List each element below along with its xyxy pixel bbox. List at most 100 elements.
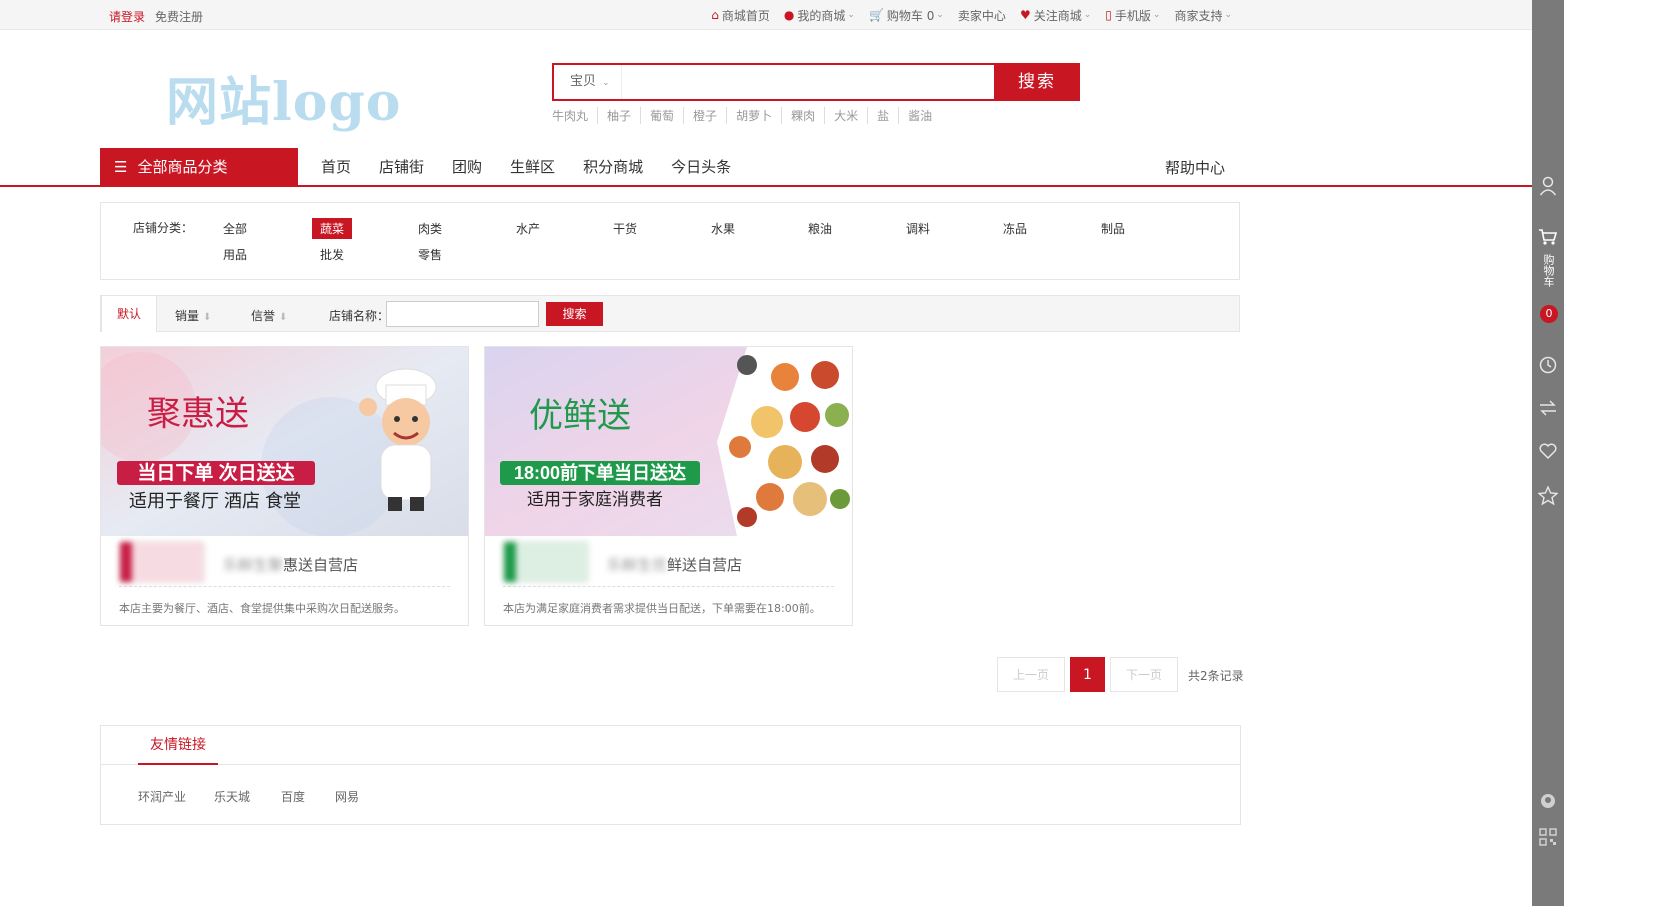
store-info: 乐鲜生聚惠送自营店 — [119, 541, 450, 587]
star-icon[interactable] — [1532, 485, 1564, 509]
login-link[interactable]: 请登录 — [109, 8, 145, 25]
top-link-label: 商城首页 — [721, 8, 770, 23]
search-category-select[interactable]: 宝贝 ⌄ — [554, 65, 622, 99]
store-card[interactable]: 优鲜送 18:00前下单当日送达 适用于家庭消费者 乐鲜生优鲜送自营店 本店为满… — [484, 346, 853, 626]
store-name[interactable]: 乐鲜生优鲜送自营店 — [607, 554, 742, 575]
register-link[interactable]: 免费注册 — [155, 8, 203, 25]
filter-item[interactable]: 制品 — [1101, 220, 1125, 237]
cart-icon: 🛒 — [868, 8, 884, 22]
hot-word[interactable]: 葡萄 — [640, 107, 683, 124]
friend-link[interactable]: 网易 — [335, 788, 359, 805]
site-logo[interactable]: 网站logo — [166, 60, 401, 135]
store-card[interactable]: 聚惠送 当日下单 次日送达 适用于餐厅 酒店 食堂 乐鲜生聚惠送自营店 本店主要… — [100, 346, 469, 626]
filter-item[interactable]: 零售 — [418, 246, 442, 263]
top-link-label: 关注商城 — [1033, 8, 1082, 23]
sidebar-cart-label[interactable]: 购物车 — [1541, 254, 1555, 287]
friend-links-header: 友情链接 — [101, 726, 1240, 765]
nav-link-points-mall[interactable]: 积分商城 — [583, 156, 643, 177]
next-page-button[interactable]: 下一页 — [1110, 657, 1178, 692]
friend-links-title: 友情链接 — [138, 726, 218, 765]
nav-link-help[interactable]: 帮助中心 — [1165, 157, 1225, 178]
filter-label: 店铺分类： — [133, 221, 194, 235]
filter-item[interactable]: 水果 — [711, 220, 735, 237]
heart-icon: ♥ — [1019, 8, 1031, 22]
filter-item[interactable]: 批发 — [320, 246, 344, 263]
top-link-my-mall[interactable]: ● 我的商城 ⌄ — [784, 7, 855, 24]
banner-subtitle: 适用于家庭消费者 — [527, 490, 663, 509]
hot-word[interactable]: 大米 — [824, 107, 867, 124]
store-banner[interactable]: 优鲜送 18:00前下单当日送达 适用于家庭消费者 — [485, 347, 852, 536]
current-page[interactable]: 1 — [1070, 657, 1105, 692]
nav-link-home[interactable]: 首页 — [321, 156, 351, 177]
top-link-label: 购物车 0 — [886, 8, 935, 23]
hot-word[interactable]: 盐 — [867, 107, 898, 124]
top-link-mobile[interactable]: ▯ 手机版 ⌄ — [1105, 7, 1160, 24]
cart-count-badge: 0 — [1540, 305, 1558, 323]
prev-page-button[interactable]: 上一页 — [997, 657, 1065, 692]
total-records: 共2条记录 — [1188, 669, 1244, 683]
shop-search-button[interactable]: 搜索 — [546, 302, 603, 326]
hot-word[interactable]: 牛肉丸 — [552, 107, 597, 124]
store-name-prefix: 乐鲜生优 — [607, 556, 668, 574]
qr-code-icon[interactable] — [1532, 828, 1564, 850]
store-name[interactable]: 乐鲜生聚惠送自营店 — [223, 554, 358, 575]
top-link-seller-center[interactable]: 卖家中心 — [958, 7, 1006, 24]
top-link-label: 我的商城 — [797, 8, 846, 23]
friend-link[interactable]: 乐天城 — [214, 788, 250, 805]
compare-icon[interactable] — [1532, 400, 1564, 420]
main-nav: ☰ 全部商品分类 首页 店铺街 团购 生鲜区 积分商城 今日头条 帮助中心 — [0, 148, 1532, 187]
sort-credit-label: 信誉 — [251, 309, 276, 323]
filter-item[interactable]: 干货 — [613, 220, 637, 237]
hot-word[interactable]: 酱油 — [898, 107, 941, 124]
filter-item-active[interactable]: 蔬菜 — [312, 218, 353, 239]
sort-bar: 默认 销量 ⬇ 信誉 ⬇ 店铺名称： 搜索 — [100, 295, 1240, 332]
all-categories-label: 全部商品分类 — [137, 158, 228, 176]
filter-item[interactable]: 用品 — [223, 246, 247, 263]
store-banner-art: 聚惠送 当日下单 次日送达 适用于餐厅 酒店 食堂 — [101, 347, 468, 536]
shop-name-label: 店铺名称： — [329, 309, 390, 323]
sort-sales[interactable]: 销量 ⬇ — [175, 307, 211, 324]
hot-word[interactable]: 粿肉 — [781, 107, 824, 124]
banner-brand: 聚惠送 — [147, 395, 249, 433]
shop-name-input[interactable] — [386, 301, 539, 327]
store-description: 本店主要为餐厅、酒店、食堂提供集中采购次日配送服务。 — [119, 602, 405, 615]
filter-item[interactable]: 调料 — [906, 220, 930, 237]
top-link-follow[interactable]: ♥ 关注商城 ⌄ — [1020, 7, 1091, 24]
nav-link-shop-street[interactable]: 店铺街 — [379, 156, 424, 177]
nav-link-headlines[interactable]: 今日头条 — [671, 156, 731, 177]
user-icon[interactable] — [1532, 176, 1564, 200]
customer-service-icon[interactable] — [1532, 792, 1564, 814]
history-icon[interactable] — [1532, 356, 1564, 378]
banner-slogan: 18:00前下单当日送达 — [514, 462, 686, 483]
filter-item[interactable]: 全部 — [223, 220, 247, 237]
store-logo[interactable] — [119, 541, 205, 583]
filter-item[interactable]: 粮油 — [808, 220, 832, 237]
mobile-icon: ▯ — [1105, 8, 1112, 22]
filter-item[interactable]: 肉类 — [418, 220, 442, 237]
chevron-down-icon: ⌄ — [1152, 10, 1161, 20]
hot-word[interactable]: 柚子 — [597, 107, 640, 124]
friend-link[interactable]: 百度 — [281, 788, 305, 805]
store-logo[interactable] — [503, 541, 589, 583]
store-name-suffix: 鲜送自营店 — [667, 556, 743, 574]
filter-item[interactable]: 水产 — [516, 220, 540, 237]
hot-word[interactable]: 橙子 — [683, 107, 726, 124]
hot-word[interactable]: 胡萝卜 — [726, 107, 781, 124]
store-info: 乐鲜生优鲜送自营店 — [503, 541, 834, 587]
nav-link-fresh[interactable]: 生鲜区 — [510, 156, 555, 177]
chevron-down-icon: ⌄ — [1083, 10, 1092, 20]
filter-item[interactable]: 冻品 — [1003, 220, 1027, 237]
friend-link[interactable]: 环润产业 — [138, 788, 186, 805]
sort-credit[interactable]: 信誉 ⬇ — [251, 307, 287, 324]
favorite-heart-icon[interactable] — [1532, 443, 1564, 463]
all-categories-button[interactable]: ☰ 全部商品分类 — [100, 148, 298, 187]
top-link-merchant-support[interactable]: 商家支持 ⌄ — [1174, 7, 1232, 24]
arrow-down-icon: ⬇ — [279, 312, 288, 323]
cart-icon[interactable] — [1532, 228, 1564, 250]
search-button[interactable]: 搜索 — [994, 63, 1080, 101]
top-link-mall-home[interactable]: ⌂ 商城首页 — [711, 7, 770, 24]
nav-link-group-buy[interactable]: 团购 — [452, 156, 482, 177]
sort-default-tab[interactable]: 默认 — [101, 295, 157, 332]
top-link-cart[interactable]: 🛒 购物车 0 ⌄ — [869, 7, 944, 24]
store-banner[interactable]: 聚惠送 当日下单 次日送达 适用于餐厅 酒店 食堂 — [101, 347, 468, 536]
